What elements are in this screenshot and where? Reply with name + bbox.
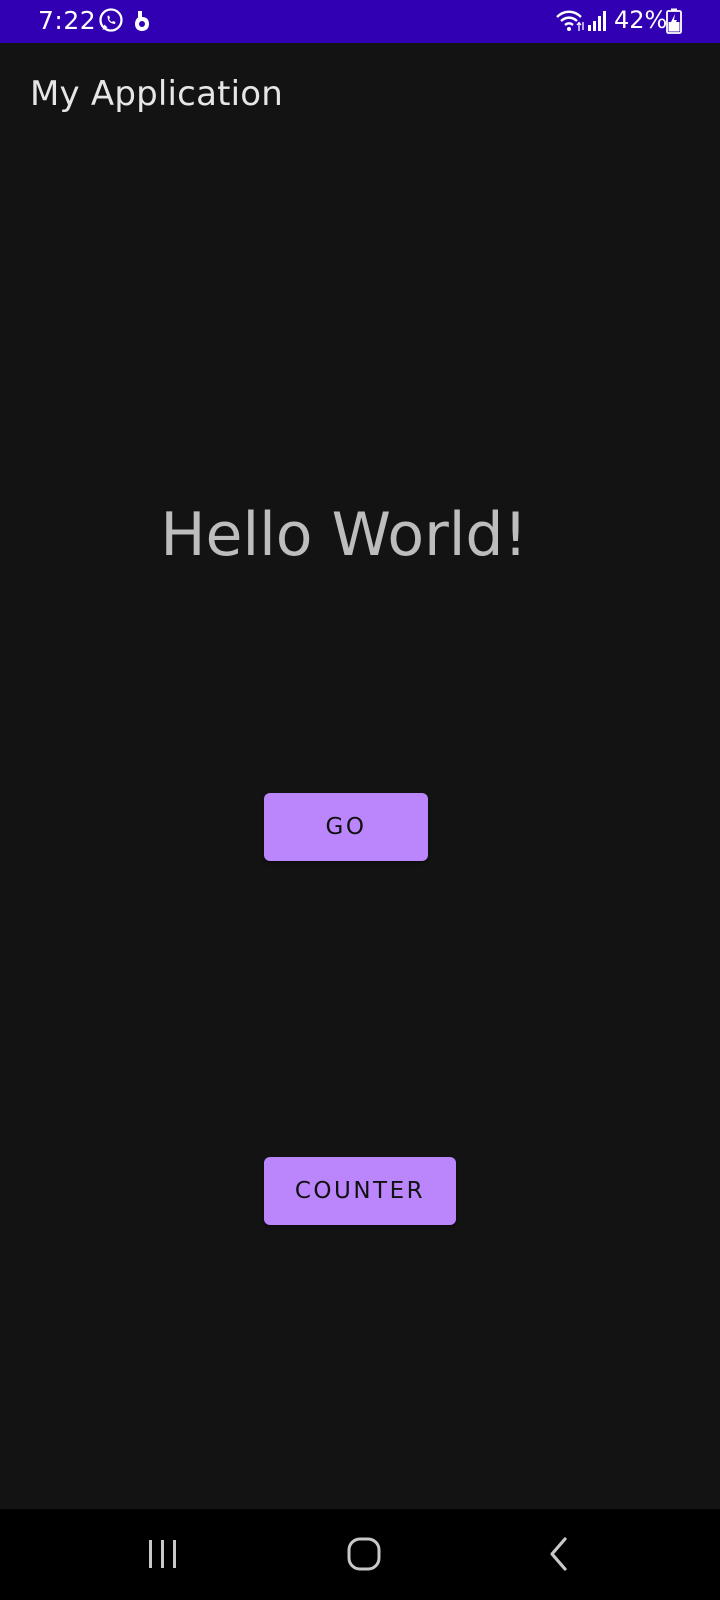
wifi-icon [555,9,585,37]
hello-text: Hello World! [160,500,528,570]
navigation-bar [0,1509,720,1600]
recent-apps-icon[interactable] [133,1529,193,1579]
home-icon[interactable] [333,1529,393,1579]
go-button[interactable]: GO [264,793,428,861]
battery-icon [666,8,682,38]
app-screen: 7:22 42% My Application Hello World! GO … [0,0,720,1600]
battery-percentage: 42% [614,6,668,34]
notification-app-icon [133,9,151,37]
signal-icon [587,9,609,37]
status-bar: 7:22 42% [0,0,720,43]
app-title: My Application [30,74,284,114]
back-icon[interactable] [534,1529,594,1579]
counter-button[interactable]: COUNTER [264,1157,456,1225]
status-time: 7:22 [38,6,97,35]
whatsapp-icon [98,7,124,37]
